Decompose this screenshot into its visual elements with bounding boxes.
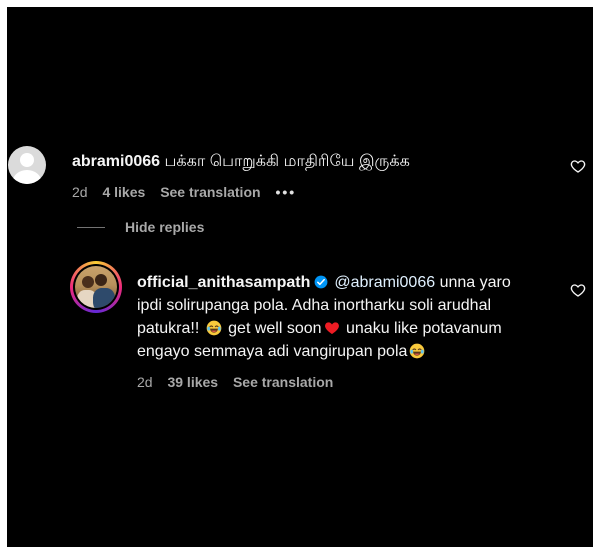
hide-replies-line <box>77 226 105 228</box>
laughing-tears-emoji-icon <box>206 320 222 336</box>
reply-see-translation[interactable]: See translation <box>233 374 333 390</box>
comment-time: 2d <box>72 184 88 200</box>
comment-see-translation[interactable]: See translation <box>160 184 260 200</box>
red-heart-emoji-icon <box>324 322 339 334</box>
comment-username[interactable]: abrami0066 <box>72 153 160 170</box>
hide-replies-toggle[interactable]: Hide replies <box>77 219 204 235</box>
like-heart-icon[interactable] <box>570 158 586 174</box>
verified-badge-icon <box>314 275 328 289</box>
like-heart-icon[interactable] <box>570 282 586 298</box>
reply-meta: 2d 39 likes See translation <box>137 373 344 391</box>
avatar-head-shape <box>20 153 34 167</box>
story-ring-avatar[interactable] <box>70 261 122 313</box>
reply-text: official_anithasampath @abrami0066 unna y… <box>137 271 537 363</box>
reply-username[interactable]: official_anithasampath <box>137 274 310 291</box>
photo-shape <box>95 274 107 286</box>
photo-shape <box>93 288 115 308</box>
comments-panel: abrami0066 பக்கா பொறுக்கி மாதிரியே இருக்… <box>7 7 593 547</box>
avatar-body-shape <box>13 170 41 184</box>
more-options-icon[interactable]: ••• <box>275 184 296 200</box>
comment-body: பக்கா பொறுக்கி மாதிரியே இருக்க <box>164 153 410 170</box>
reply-body-part2: get well soon <box>223 320 322 337</box>
reply-time: 2d <box>137 374 153 390</box>
comment-likes[interactable]: 4 likes <box>102 184 145 200</box>
avatar-ring-inner <box>73 264 119 310</box>
avatar-photo <box>75 266 117 308</box>
reply-likes[interactable]: 39 likes <box>167 374 218 390</box>
comment-meta: 2d 4 likes See translation ••• <box>72 183 307 201</box>
hide-replies-label[interactable]: Hide replies <box>125 219 204 235</box>
comment-text: abrami0066 பக்கா பொறுக்கி மாதிரியே இருக்… <box>72 152 410 172</box>
avatar[interactable] <box>8 146 46 184</box>
laughing-tears-emoji-icon <box>410 343 425 359</box>
comment-item: abrami0066 பக்கா பொறுக்கி மாதிரியே இருக்… <box>7 142 593 212</box>
reply-mention[interactable]: @abrami0066 <box>334 274 435 291</box>
reply-item: official_anithasampath @abrami0066 unna y… <box>7 257 593 407</box>
photo-shape <box>82 276 94 288</box>
